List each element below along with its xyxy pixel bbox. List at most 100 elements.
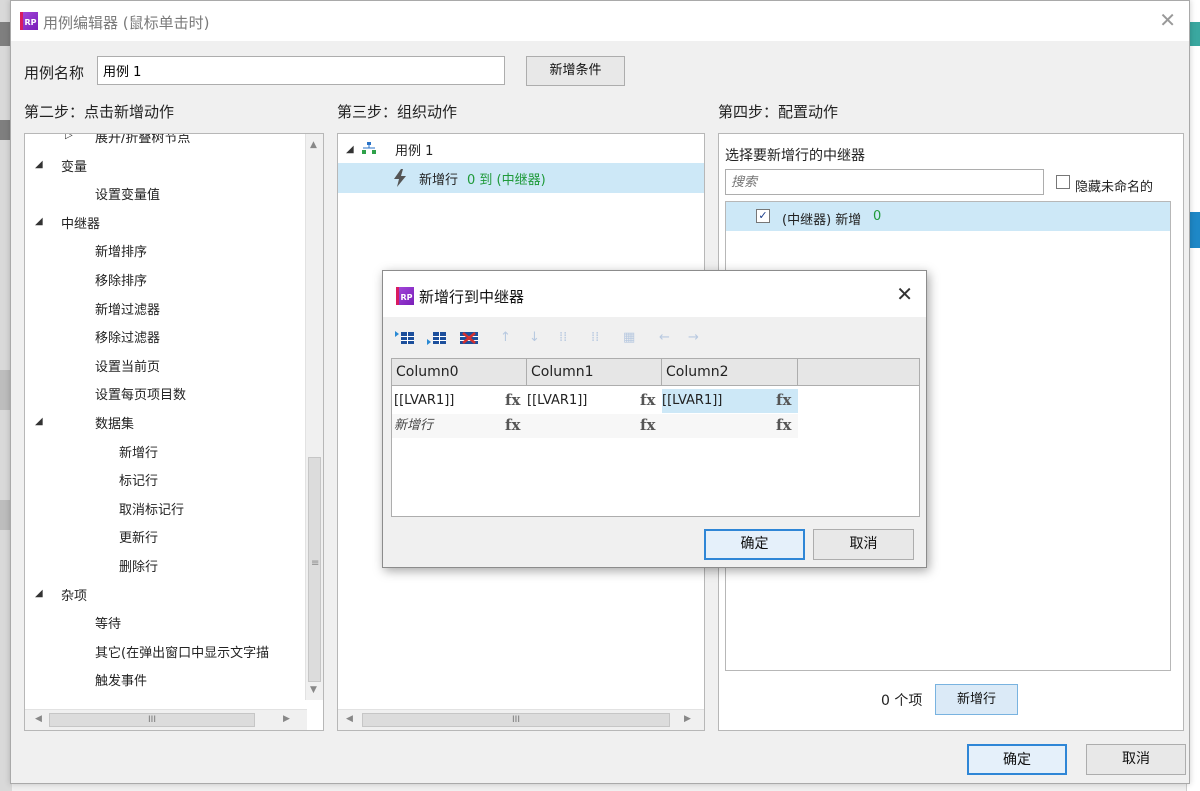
tree-item[interactable]: 中继器 — [61, 213, 100, 232]
tree-item[interactable]: 设置每页项目数 — [95, 384, 186, 403]
tree-item[interactable]: 设置变量值 — [95, 184, 160, 203]
tree-item[interactable]: 新增过滤器 — [95, 299, 160, 318]
tree-item[interactable]: 杂项 — [61, 585, 87, 604]
collapse-icon[interactable]: ◢ — [35, 159, 43, 170]
expand-icon[interactable]: ▷ — [65, 134, 73, 141]
insert-row-below-icon[interactable] — [427, 331, 447, 345]
insert-column-right-icon[interactable]: ⁞⁞ — [591, 331, 599, 344]
tree-item[interactable]: 设置当前页 — [95, 356, 160, 375]
horizontal-scrollbar[interactable]: ◀ III ▶ — [25, 709, 307, 730]
scroll-left-icon[interactable]: ◀ — [35, 714, 42, 724]
tree-item[interactable]: 变量 — [61, 156, 87, 175]
case-node-label[interactable]: 用例 1 — [395, 140, 433, 159]
collapse-icon[interactable]: ◢ — [346, 144, 354, 155]
add-row-button[interactable]: 新增行 — [935, 684, 1018, 715]
close-icon[interactable]: ✕ — [896, 284, 913, 304]
scrollbar-thumb[interactable]: ≡ — [308, 457, 321, 682]
scrollbar-thumb[interactable]: III — [49, 713, 255, 727]
move-right-icon[interactable]: → — [688, 331, 699, 344]
move-up-icon[interactable]: ↑ — [500, 331, 511, 344]
scroll-down-icon[interactable]: ▼ — [310, 685, 317, 695]
tree-item[interactable]: 等待 — [95, 613, 121, 632]
modal-cancel-button[interactable]: 取消 — [813, 529, 914, 560]
hide-unnamed-checkbox[interactable] — [1056, 175, 1070, 189]
action-detail: 0 到 (中继器) — [467, 173, 546, 188]
select-repeater-label: 选择要新增行的中继器 — [725, 148, 865, 164]
tree-item[interactable]: 标记行 — [119, 470, 158, 489]
rp-logo-icon: RP — [396, 287, 414, 305]
collapse-icon[interactable]: ◢ — [35, 588, 43, 599]
repeater-count: 0 — [873, 209, 882, 224]
tree-item[interactable]: 新增行 — [119, 442, 158, 461]
tree-item[interactable]: 更新行 — [119, 527, 158, 546]
vertical-scrollbar[interactable]: ▲ ≡ ▼ — [305, 134, 323, 700]
tree-item[interactable]: 触发事件 — [95, 670, 147, 689]
tree-item[interactable]: 取消标记行 — [119, 499, 184, 518]
close-icon[interactable]: ✕ — [1159, 10, 1176, 30]
delete-column-icon[interactable]: ▦ — [623, 331, 635, 344]
repeater-list-item[interactable]: ✓ (中继器) 新增 0 — [726, 202, 1170, 231]
rp-logo-icon: RP — [20, 12, 38, 30]
collapse-icon[interactable]: ◢ — [35, 416, 43, 427]
dialog-titlebar: RP 用例编辑器 (鼠标单击时) ✕ — [11, 1, 1189, 41]
add-condition-button[interactable]: 新增条件 — [526, 56, 625, 86]
tree-item[interactable]: 新增排序 — [95, 241, 147, 260]
tree-item[interactable]: 删除行 — [119, 556, 158, 575]
action-tree-panel: ▷ 展开/折叠树节点 ◢ 变量 设置变量值 ◢ 中继器新增排序移除排序新增过滤器移除过滤器设… — [24, 133, 324, 731]
fx-icon[interactable]: fx — [505, 391, 520, 409]
fx-icon[interactable]: fx — [776, 391, 791, 409]
grid-cell[interactable]: [[LVAR1]] — [392, 389, 454, 413]
scroll-right-icon[interactable]: ▶ — [283, 714, 290, 724]
step2-heading: 第二步：点击新增动作 — [24, 103, 175, 121]
repeater-data-grid: Column0 Column1 Column2 [[LVAR1]] fx [[L… — [391, 358, 920, 517]
use-case-name-input[interactable] — [97, 56, 505, 85]
dialog-title: 用例编辑器 (鼠标单击时) — [43, 14, 210, 32]
use-case-name-label: 用例名称 — [24, 64, 85, 82]
tree-item[interactable]: 数据集 — [95, 413, 134, 432]
column-header[interactable]: Column0 — [392, 359, 527, 386]
grid-cell[interactable]: [[LVAR1]] — [660, 389, 722, 413]
grid-cell[interactable]: [[LVAR1]] — [525, 389, 587, 413]
collapse-icon[interactable]: ◢ — [35, 216, 43, 227]
horizontal-scrollbar[interactable]: ◀ III ▶ — [338, 709, 704, 730]
item-count: 0 个项 — [881, 693, 923, 709]
action-label: 新增行 — [419, 173, 459, 188]
cancel-button[interactable]: 取消 — [1086, 744, 1186, 775]
modal-ok-button[interactable]: 确定 — [704, 529, 805, 560]
tree-item[interactable]: 移除排序 — [95, 270, 147, 289]
fx-icon[interactable]: fx — [640, 391, 655, 409]
action-row-selected[interactable]: 新增行 0 到 (中继器) — [338, 163, 704, 193]
add-row-modal: RP 新增行到中继器 ✕ ↑ ↓ ⁞⁞ ⁞⁞ ▦ ← → Column0 Col… — [382, 270, 927, 568]
step4-heading: 第四步：配置动作 — [718, 103, 839, 121]
scrollbar-thumb[interactable]: III — [362, 713, 670, 727]
scroll-right-icon[interactable]: ▶ — [684, 714, 691, 724]
tree-item[interactable]: 其它(在弹出窗口中显示文字描 — [95, 642, 269, 661]
step3-heading: 第三步：组织动作 — [337, 103, 458, 121]
repeater-checkbox[interactable]: ✓ — [756, 209, 770, 223]
lightning-icon — [394, 169, 406, 187]
fx-icon[interactable]: fx — [640, 416, 655, 434]
fx-icon[interactable]: fx — [505, 416, 520, 434]
tree-item[interactable]: 展开/折叠树节点 — [95, 134, 190, 146]
insert-row-above-icon[interactable] — [395, 331, 415, 345]
tree-item[interactable]: 移除过滤器 — [95, 327, 160, 346]
modal-title: 新增行到中继器 — [419, 288, 525, 306]
column-header[interactable]: Column1 — [527, 359, 662, 386]
ok-button[interactable]: 确定 — [967, 744, 1067, 775]
delete-row-icon[interactable] — [459, 331, 479, 345]
search-input[interactable] — [725, 169, 1044, 195]
case-tree-icon — [362, 142, 376, 154]
new-row-background — [392, 414, 798, 438]
hide-unnamed-label: 隐藏未命名的 — [1075, 180, 1154, 195]
scroll-up-icon[interactable]: ▲ — [310, 140, 317, 150]
grip-icon: ≡ — [311, 558, 320, 569]
new-row-placeholder[interactable]: 新增行 — [392, 414, 433, 438]
grid-header: Column0 Column1 Column2 — [392, 359, 919, 386]
fx-icon[interactable]: fx — [776, 416, 791, 434]
repeater-label: (中继器) 新增 — [782, 213, 862, 228]
move-left-icon[interactable]: ← — [659, 331, 670, 344]
insert-column-left-icon[interactable]: ⁞⁞ — [559, 331, 567, 344]
move-down-icon[interactable]: ↓ — [529, 331, 540, 344]
column-header[interactable]: Column2 — [662, 359, 798, 386]
scroll-left-icon[interactable]: ◀ — [346, 714, 353, 724]
